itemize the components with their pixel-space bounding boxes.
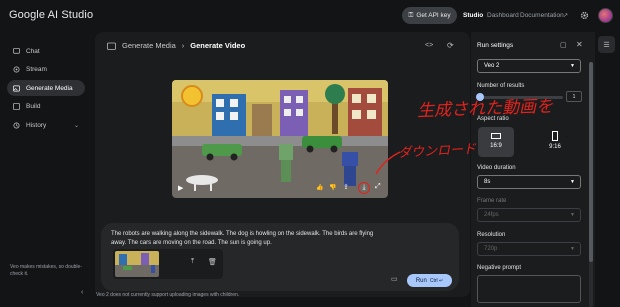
chevron-down-icon: ▼ xyxy=(570,179,575,185)
resolution-label: Resolution xyxy=(477,232,506,238)
aspect-16-9-option[interactable]: 16:9 xyxy=(478,127,514,157)
duration-select-value: 8s xyxy=(484,179,491,185)
breadcrumb: Generate Media › Generate Video xyxy=(107,41,245,50)
brand-logo[interactable]: Google AI Studio xyxy=(9,9,93,21)
aspect-9-16-option[interactable]: 9:16 xyxy=(537,127,573,157)
sidebar-item-label: Chat xyxy=(26,47,40,55)
resolution-select: 720p ▼ xyxy=(477,242,581,256)
avatar[interactable] xyxy=(598,8,613,23)
resolution-value: 720p xyxy=(484,246,498,252)
history-icon xyxy=(13,122,20,128)
folder-icon xyxy=(107,42,116,50)
sidebar-disclaimer: Veo makes mistakes, so double-check it. xyxy=(10,264,82,277)
upload-icon[interactable]: ⤒ xyxy=(191,258,194,266)
prompt-box[interactable]: The robots are walking along the sidewal… xyxy=(101,223,459,291)
page-title: Generate Video xyxy=(190,41,246,50)
chevron-down-icon: ▼ xyxy=(570,212,575,218)
settings-scrollbar[interactable] xyxy=(589,62,593,307)
play-icon[interactable]: ▶ xyxy=(178,184,183,192)
duration-label: Video duration xyxy=(477,165,516,171)
sidebar-item-label: History xyxy=(26,121,47,129)
compare-icon[interactable]: ▢ xyxy=(560,41,567,49)
chevron-down-icon: ▼ xyxy=(570,246,575,252)
delete-icon[interactable]: 🗑 xyxy=(208,258,217,266)
sidebar-item-stream[interactable]: Stream xyxy=(7,61,85,77)
share-icon[interactable]: ⇪ xyxy=(343,183,349,191)
duration-select[interactable]: 8s ▼ xyxy=(477,175,581,189)
sidebar-item-build[interactable]: Build xyxy=(7,98,85,114)
uploaded-image-card: ⤒ 🗑 xyxy=(113,249,223,279)
sidebar-item-label: Stream xyxy=(26,65,47,73)
upload-notice: Veo 2 does not currently support uploadi… xyxy=(96,292,240,298)
annotation-line-2: ダウンロード xyxy=(397,141,477,162)
run-shortcut: Ctrl ↵ xyxy=(429,277,444,284)
run-button[interactable]: Run Ctrl ↵ xyxy=(407,274,452,287)
fullscreen-icon[interactable]: ⤢ xyxy=(375,183,381,191)
results-label: Number of results xyxy=(477,83,525,89)
uploaded-image-thumbnail[interactable] xyxy=(115,251,159,277)
main-panel: Generate Media › Generate Video <> ⟳ ▶ 👍… xyxy=(95,32,470,297)
negative-prompt-label: Negative prompt xyxy=(477,265,522,271)
aspect-16-9-label: 16:9 xyxy=(490,143,502,149)
get-api-key-label: Get API key xyxy=(416,12,451,19)
thumbs-down-icon[interactable]: 👎 xyxy=(329,184,336,191)
close-icon[interactable]: ✕ xyxy=(576,40,583,49)
sidebar-item-generate-media[interactable]: Generate Media xyxy=(7,80,85,96)
media-picker-icon[interactable]: ▭ xyxy=(391,275,398,283)
build-icon xyxy=(13,102,20,110)
breadcrumb-separator-icon: › xyxy=(181,41,185,50)
top-bar: Google AI Studio ⚿ Get API key Studio Da… xyxy=(0,0,620,32)
collapse-sidebar-icon[interactable]: ‹ xyxy=(81,289,83,296)
sidebar-item-history[interactable]: History ⌄ xyxy=(7,117,85,133)
get-api-key-button[interactable]: ⚿ Get API key xyxy=(402,7,457,24)
landscape-icon xyxy=(491,133,501,139)
run-label: Run xyxy=(415,277,427,284)
run-settings-panel: Run settings ▢ ✕ Veo 2 ▼ Number of resul… xyxy=(471,32,595,307)
nav-studio[interactable]: Studio xyxy=(463,12,483,19)
app-window: Google AI Studio ⚿ Get API key Studio Da… xyxy=(0,0,620,307)
annotation-arrow xyxy=(375,151,401,175)
chevron-down-icon: ⌄ xyxy=(73,122,79,129)
frame-rate-select: 24fps ▼ xyxy=(477,208,581,222)
frame-rate-value: 24fps xyxy=(484,212,499,218)
run-settings-title: Run settings xyxy=(477,42,514,49)
aspect-9-16-label: 9:16 xyxy=(549,144,561,150)
nav-documentation[interactable]: Documentation xyxy=(520,12,564,19)
gear-icon[interactable] xyxy=(580,11,589,20)
refresh-icon[interactable]: ⟳ xyxy=(447,41,454,50)
video-controls: ▶ 👍 👎 ⇪ ⤓ ⤢ xyxy=(172,180,388,198)
external-link-icon: ↗ xyxy=(563,13,569,19)
scrollbar-thumb[interactable] xyxy=(589,62,593,262)
sidebar: Chat Stream Generate Media Build History… xyxy=(0,32,92,307)
settings-toggle-icon[interactable]: ☰ xyxy=(598,36,615,53)
media-icon xyxy=(13,85,20,91)
prompt-text[interactable]: The robots are walking along the sidewal… xyxy=(111,230,381,248)
model-select[interactable]: Veo 2 ▼ xyxy=(477,59,581,73)
sidebar-item-label: Generate Media xyxy=(26,84,73,92)
annotation-line-1: 生成された動画を xyxy=(416,96,554,122)
chat-icon xyxy=(13,47,20,54)
sidebar-item-label: Build xyxy=(26,102,41,110)
sidebar-item-chat[interactable]: Chat xyxy=(7,43,85,59)
code-icon[interactable]: <> xyxy=(425,42,433,49)
chevron-down-icon: ▼ xyxy=(570,63,575,69)
frame-rate-label: Frame rate xyxy=(477,198,507,204)
thumbnail-drawing xyxy=(115,251,159,277)
model-select-value: Veo 2 xyxy=(484,63,500,69)
portrait-icon xyxy=(552,131,558,141)
thumbs-up-icon[interactable]: 👍 xyxy=(316,184,323,191)
key-icon: ⚿ xyxy=(408,11,414,19)
stream-icon xyxy=(13,66,20,72)
negative-prompt-input[interactable] xyxy=(477,275,581,303)
breadcrumb-parent[interactable]: Generate Media xyxy=(122,41,176,50)
nav-dashboard[interactable]: Dashboard xyxy=(487,12,519,19)
download-icon[interactable]: ⤓ xyxy=(358,182,370,194)
results-input[interactable]: 1 xyxy=(566,91,582,102)
video-player[interactable]: ▶ 👍 👎 ⇪ ⤓ ⤢ xyxy=(172,80,388,198)
